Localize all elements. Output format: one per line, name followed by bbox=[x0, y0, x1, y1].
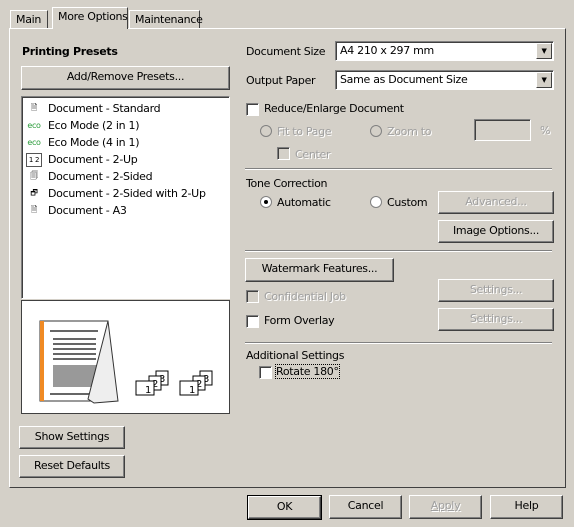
automatic-radio[interactable] bbox=[260, 196, 272, 208]
divider bbox=[245, 342, 552, 344]
zoom-to-label: Zoom to bbox=[387, 125, 432, 138]
confidential-settings-button[interactable]: Settings... bbox=[438, 279, 554, 302]
form-overlay-checkbox[interactable] bbox=[246, 315, 259, 328]
tab-label: Maintenance bbox=[135, 13, 203, 26]
rotate-180-checkbox[interactable] bbox=[259, 366, 272, 379]
zoom-percent-spinner[interactable] bbox=[474, 119, 531, 141]
tab-label: Main bbox=[16, 13, 42, 26]
item-label: Document - 2-Sided bbox=[48, 170, 153, 183]
fit-to-page-radio[interactable] bbox=[260, 125, 272, 137]
chevron-down-icon: ▼ bbox=[536, 43, 552, 59]
list-item[interactable]: eco Eco Mode (4 in 1) bbox=[26, 134, 225, 151]
chevron-down-icon: ▼ bbox=[536, 72, 552, 88]
tab-label: More Options bbox=[58, 10, 128, 23]
center-label: Center bbox=[295, 148, 331, 161]
tab-main[interactable]: Main bbox=[10, 10, 48, 29]
show-settings-button[interactable]: Show Settings bbox=[19, 426, 125, 449]
center-checkbox[interactable] bbox=[277, 147, 290, 160]
collate-stack-icon: 3 2 1 bbox=[135, 370, 169, 396]
zoom-to-radio[interactable] bbox=[370, 125, 382, 137]
document-size-select[interactable]: A4 210 x 297 mm ▼ bbox=[335, 41, 554, 61]
custom-label: Custom bbox=[387, 196, 428, 209]
reduce-enlarge-label: Reduce/Enlarge Document bbox=[264, 102, 404, 115]
form-overlay-settings-button[interactable]: Settings... bbox=[438, 308, 554, 331]
list-item[interactable]: eco Eco Mode (2 in 1) bbox=[26, 117, 225, 134]
tone-correction-title: Tone Correction bbox=[246, 177, 328, 190]
radio-dot bbox=[264, 200, 268, 204]
help-button[interactable]: Help bbox=[490, 495, 563, 519]
divider bbox=[245, 168, 552, 170]
reset-defaults-button[interactable]: Reset Defaults bbox=[19, 455, 125, 478]
list-item[interactable]: 🗗 Document - 2-Sided with 2-Up bbox=[26, 185, 225, 202]
presets-list[interactable]: 🗎 Document - Standard eco Eco Mode (2 in 1… bbox=[21, 96, 230, 299]
percent-label: % bbox=[540, 124, 551, 137]
document-size-label: Document Size bbox=[246, 45, 326, 58]
additional-settings-title: Additional Settings bbox=[246, 349, 345, 362]
two-up-icon: 1 2 bbox=[26, 152, 42, 167]
eco-icon: eco bbox=[27, 138, 41, 147]
svg-text:1: 1 bbox=[145, 385, 151, 396]
item-label: Eco Mode (2 in 1) bbox=[48, 119, 140, 132]
output-paper-label: Output Paper bbox=[246, 74, 316, 87]
reduce-enlarge-checkbox[interactable] bbox=[246, 103, 259, 116]
two-sided-icon: 🗐 bbox=[30, 170, 38, 180]
tab-maintenance[interactable]: Maintenance bbox=[129, 10, 203, 29]
add-remove-presets-button[interactable]: Add/Remove Presets... bbox=[21, 66, 230, 90]
custom-radio[interactable] bbox=[370, 196, 382, 208]
list-item[interactable]: 🗎 Document - A3 bbox=[26, 202, 225, 219]
item-label: Document - 2-Sided with 2-Up bbox=[48, 187, 206, 200]
ok-button[interactable]: OK bbox=[247, 495, 322, 520]
document-icon: 🗎 bbox=[30, 102, 38, 112]
form-overlay-label: Form Overlay bbox=[264, 314, 335, 327]
image-options-button[interactable]: Image Options... bbox=[438, 220, 554, 243]
presets-title: Printing Presets bbox=[22, 45, 118, 58]
list-item[interactable]: 1 2 Document - 2-Up bbox=[26, 151, 225, 168]
item-label: Document - 2-Up bbox=[48, 153, 138, 166]
preview-pane: 3 2 1 3 2 1 bbox=[21, 300, 230, 414]
rotate-180-label: Rotate 180° bbox=[275, 364, 340, 379]
svg-text:1: 1 bbox=[189, 385, 195, 396]
list-item[interactable]: 🗐 Document - 2-Sided bbox=[26, 168, 225, 185]
automatic-label: Automatic bbox=[277, 196, 331, 209]
advanced-button[interactable]: Advanced... bbox=[438, 191, 554, 214]
list-item[interactable]: 🗎 Document - Standard bbox=[26, 100, 225, 117]
two-sided-two-up-icon: 🗗 bbox=[30, 187, 38, 197]
collate-stack-icon: 3 2 1 bbox=[179, 370, 213, 396]
fit-to-page-label: Fit to Page bbox=[277, 125, 332, 138]
item-label: Document - Standard bbox=[48, 102, 161, 115]
item-label: Eco Mode (4 in 1) bbox=[48, 136, 140, 149]
confidential-job-checkbox[interactable] bbox=[246, 290, 259, 303]
select-value: Same as Document Size bbox=[340, 73, 468, 86]
output-paper-select[interactable]: Same as Document Size ▼ bbox=[335, 70, 554, 90]
divider bbox=[245, 250, 552, 252]
cancel-button[interactable]: Cancel bbox=[329, 495, 402, 519]
document-icon: 🗎 bbox=[30, 204, 38, 214]
eco-icon: eco bbox=[27, 121, 41, 130]
item-label: Document - A3 bbox=[48, 204, 127, 217]
select-value: A4 210 x 297 mm bbox=[340, 44, 434, 57]
confidential-job-label: Confidential Job bbox=[264, 290, 346, 303]
watermark-features-button[interactable]: Watermark Features... bbox=[245, 258, 394, 282]
apply-button[interactable]: Apply bbox=[409, 495, 482, 519]
tab-more-options[interactable]: More Options bbox=[52, 7, 128, 29]
